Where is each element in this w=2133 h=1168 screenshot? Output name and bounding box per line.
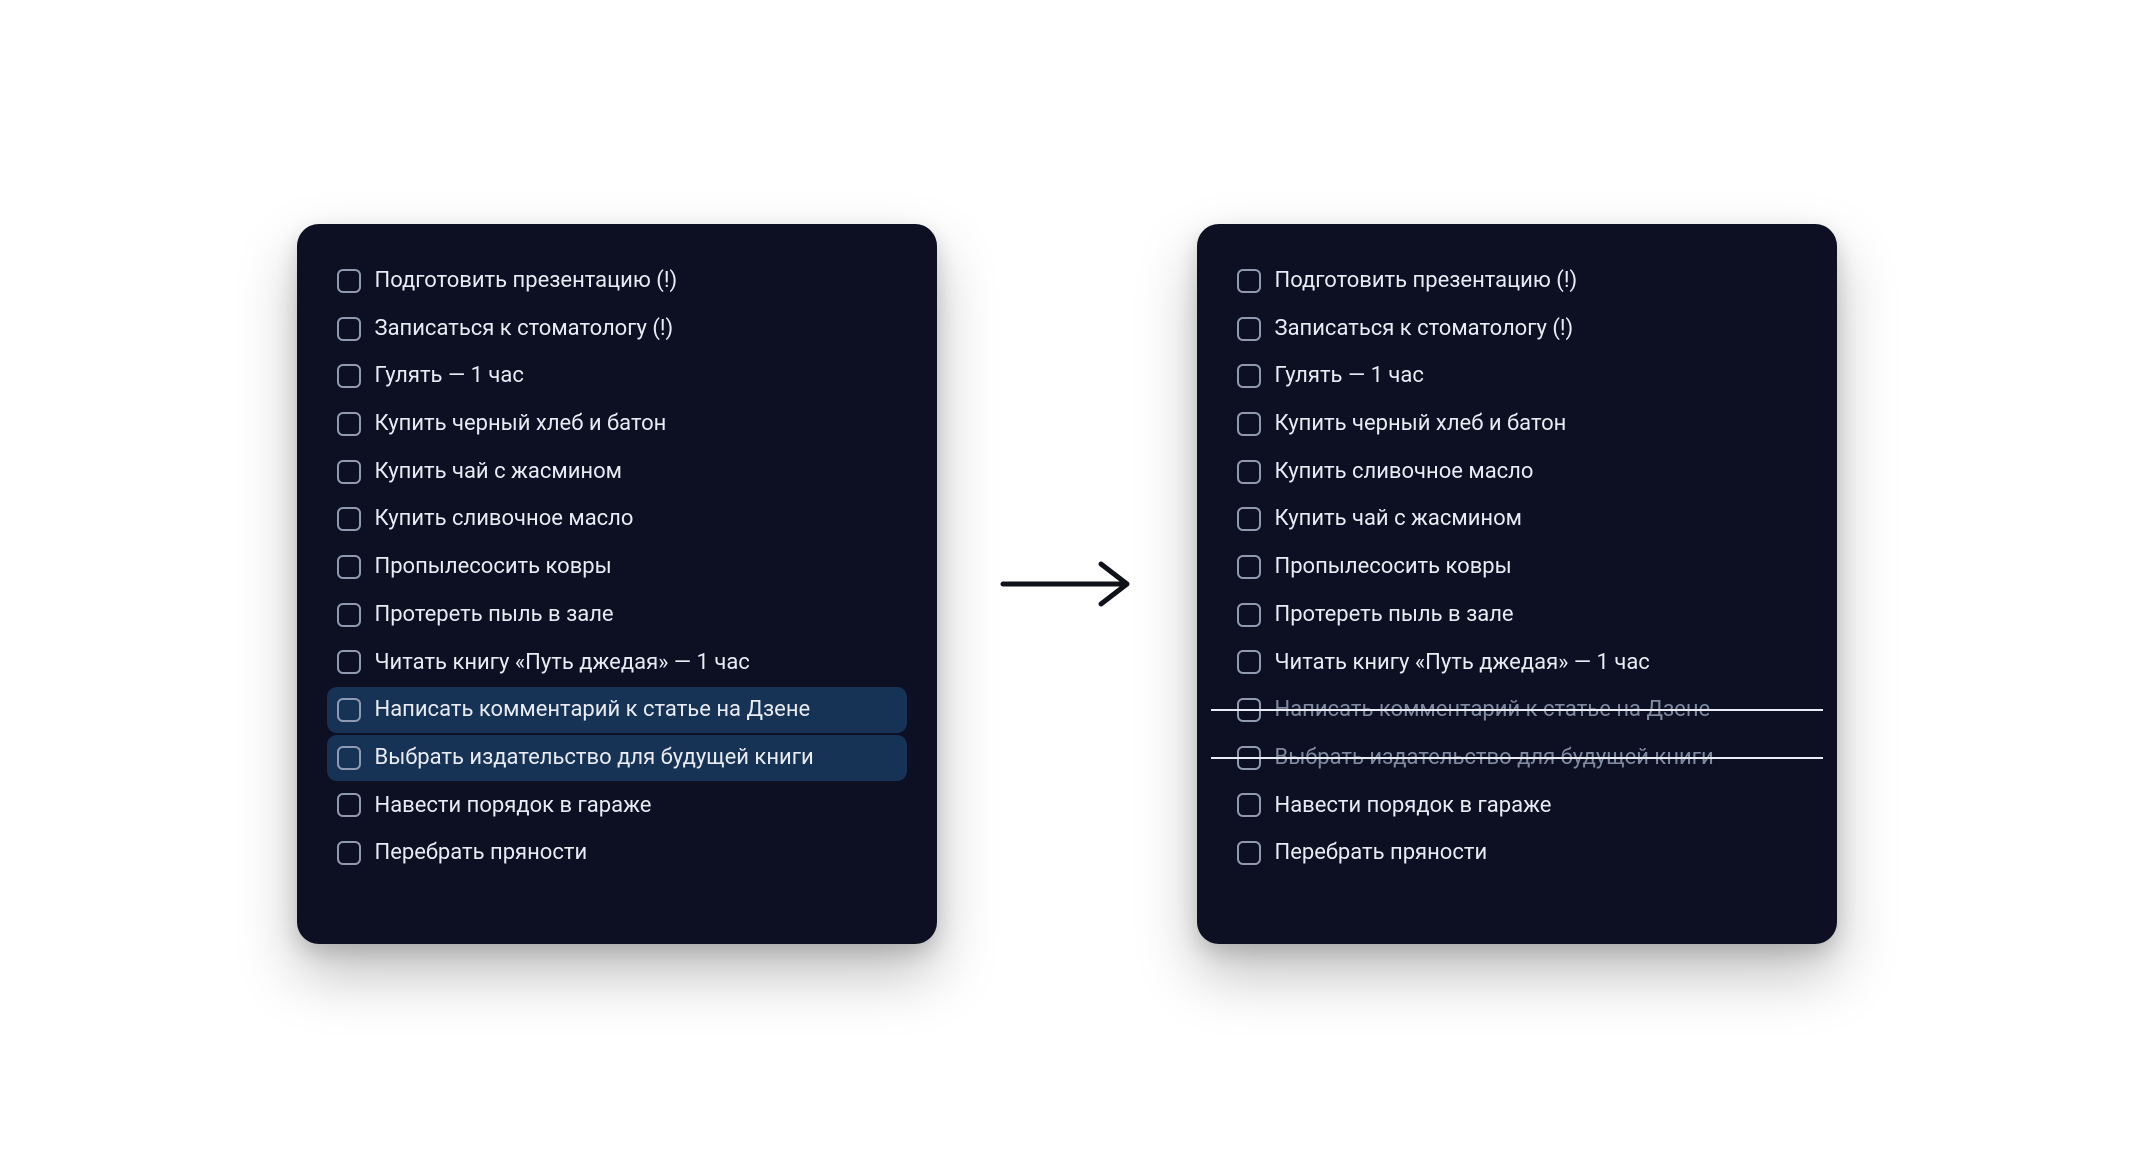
task-label: Написать комментарий к статье на Дзене [375,695,811,725]
checkbox-icon[interactable] [1237,746,1261,770]
task-label: Купить сливочное масло [375,504,634,534]
checkbox-icon[interactable] [337,746,361,770]
list-item[interactable]: Подготовить презентацию (!) [1227,258,1807,304]
list-item[interactable]: Навести порядок в гараже [327,783,907,829]
task-label: Купить чай с жасмином [1275,504,1522,534]
task-label: Купить черный хлеб и батон [375,409,667,439]
task-label: Протереть пыль в зале [1275,600,1514,630]
list-item[interactable]: Читать книгу «Путь джедая» — 1 час [1227,640,1807,686]
checkbox-icon[interactable] [1237,698,1261,722]
task-label: Купить сливочное масло [1275,457,1534,487]
task-label: Подготовить презентацию (!) [1275,266,1578,296]
task-label: Записаться к стоматологу (!) [375,314,674,344]
task-label: Перебрать пряности [1275,838,1488,868]
task-label: Пропылесосить ковры [375,552,612,582]
checkbox-icon[interactable] [1237,507,1261,531]
task-label: Читать книгу «Путь джедая» — 1 час [1275,648,1650,678]
list-item[interactable]: Протереть пыль в зале [327,592,907,638]
list-item[interactable]: Гулять — 1 час [1227,353,1807,399]
checkbox-icon[interactable] [337,507,361,531]
task-label: Записаться к стоматологу (!) [1275,314,1574,344]
checkbox-icon[interactable] [1237,555,1261,579]
arrow-icon [997,554,1137,614]
comparison-stage: Подготовить презентацию (!) Записаться к … [297,224,1837,944]
checkbox-icon[interactable] [337,793,361,817]
right-panel: Подготовить презентацию (!) Записаться к … [1197,224,1837,944]
list-item[interactable]: Купить сливочное масло [1227,449,1807,495]
checkbox-icon[interactable] [337,364,361,388]
checkbox-icon[interactable] [1237,603,1261,627]
task-label: Перебрать пряности [375,838,588,868]
list-item[interactable]: Купить чай с жасмином [327,449,907,495]
checkbox-icon[interactable] [1237,412,1261,436]
task-label: Навести порядок в гараже [375,791,652,821]
list-item[interactable]: Пропылесосить ковры [1227,544,1807,590]
checkbox-icon[interactable] [337,650,361,674]
list-item[interactable]: Гулять — 1 час [327,353,907,399]
list-item[interactable]: Купить черный хлеб и батон [1227,401,1807,447]
list-item[interactable]: Записаться к стоматологу (!) [1227,306,1807,352]
task-label: Гулять — 1 час [375,361,524,391]
list-item[interactable]: Навести порядок в гараже [1227,783,1807,829]
task-label: Протереть пыль в зале [375,600,614,630]
list-item[interactable]: Записаться к стоматологу (!) [327,306,907,352]
task-label: Выбрать издательство для будущей книги [1275,743,1714,773]
list-item[interactable]: Написать комментарий к статье на Дзене [1227,687,1807,733]
task-label: Подготовить презентацию (!) [375,266,678,296]
list-item[interactable]: Купить чай с жасмином [1227,496,1807,542]
task-label: Купить чай с жасмином [375,457,622,487]
checkbox-icon[interactable] [337,555,361,579]
list-item[interactable]: Перебрать пряности [1227,830,1807,876]
checkbox-icon[interactable] [1237,317,1261,341]
checkbox-icon[interactable] [337,603,361,627]
checkbox-icon[interactable] [337,698,361,722]
checkbox-icon[interactable] [337,317,361,341]
task-label: Гулять — 1 час [1275,361,1424,391]
checkbox-icon[interactable] [1237,460,1261,484]
left-task-list: Подготовить презентацию (!) Записаться к … [327,258,907,876]
checkbox-icon[interactable] [337,269,361,293]
checkbox-icon[interactable] [337,841,361,865]
checkbox-icon[interactable] [1237,650,1261,674]
task-label: Пропылесосить ковры [1275,552,1512,582]
task-label: Выбрать издательство для будущей книги [375,743,814,773]
list-item[interactable]: Купить сливочное масло [327,496,907,542]
checkbox-icon[interactable] [1237,364,1261,388]
list-item[interactable]: Выбрать издательство для будущей книги [327,735,907,781]
checkbox-icon[interactable] [1237,793,1261,817]
task-label: Читать книгу «Путь джедая» — 1 час [375,648,750,678]
list-item[interactable]: Читать книгу «Путь джедая» — 1 час [327,640,907,686]
list-item[interactable]: Написать комментарий к статье на Дзене [327,687,907,733]
checkbox-icon[interactable] [1237,841,1261,865]
checkbox-icon[interactable] [337,412,361,436]
task-label: Написать комментарий к статье на Дзене [1275,695,1711,725]
left-panel: Подготовить презентацию (!) Записаться к … [297,224,937,944]
list-item[interactable]: Выбрать издательство для будущей книги [1227,735,1807,781]
task-label: Навести порядок в гараже [1275,791,1552,821]
list-item[interactable]: Перебрать пряности [327,830,907,876]
list-item[interactable]: Купить черный хлеб и батон [327,401,907,447]
task-label: Купить черный хлеб и батон [1275,409,1567,439]
list-item[interactable]: Протереть пыль в зале [1227,592,1807,638]
list-item[interactable]: Пропылесосить ковры [327,544,907,590]
checkbox-icon[interactable] [1237,269,1261,293]
list-item[interactable]: Подготовить презентацию (!) [327,258,907,304]
right-task-list: Подготовить презентацию (!) Записаться к … [1227,258,1807,876]
checkbox-icon[interactable] [337,460,361,484]
